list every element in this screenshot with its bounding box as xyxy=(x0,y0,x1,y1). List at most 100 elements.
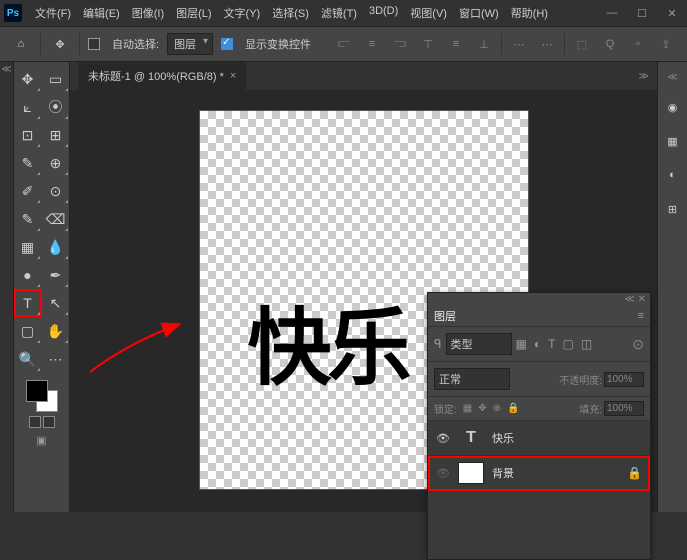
menu-layer[interactable]: 图层(L) xyxy=(171,2,216,24)
adjustments-panel-icon[interactable]: ◐ xyxy=(663,165,683,185)
workspace-icon[interactable]: ▫ xyxy=(627,33,649,55)
type-tool[interactable]: T xyxy=(15,290,41,316)
visibility-toggle-icon[interactable]: 👁 xyxy=(436,432,450,445)
close-tab-icon[interactable]: × xyxy=(230,70,236,82)
align-center-h-icon[interactable]: ≡ xyxy=(361,33,383,55)
share-icon[interactable]: ⇪ xyxy=(655,33,677,55)
home-icon[interactable]: ⌂ xyxy=(10,33,32,55)
gradient-tool[interactable]: ▦ xyxy=(15,234,41,260)
right-panel-strip: ≪ ◉ ▦ ◐ ⊞ xyxy=(657,62,687,512)
align-right-icon[interactable]: ⫎ xyxy=(389,33,411,55)
left-rail: ≪ xyxy=(0,62,14,512)
distribute-h-icon[interactable]: ⋯ xyxy=(508,33,530,55)
panel-menu-icon[interactable]: ≡ xyxy=(638,310,644,322)
filter-text-icon[interactable]: T xyxy=(548,337,555,351)
menu-text[interactable]: 文字(Y) xyxy=(219,2,266,24)
blur-tool[interactable]: 💧 xyxy=(43,234,69,260)
app-logo: Ps xyxy=(4,4,22,22)
filter-shape-icon[interactable]: ▢ xyxy=(562,337,573,351)
tools-panel: ✥ ▭ ⟀ ⦿ ⊡ ⊞ ✎ ⊕ ✐ ⊙ ✎ ⌫ ▦ 💧 ● ✒ T ↖ ▢ ✋ … xyxy=(14,62,70,512)
lock-icon[interactable]: 🔒 xyxy=(627,466,642,480)
menu-help[interactable]: 帮助(H) xyxy=(506,2,553,24)
collapse-rail-icon[interactable]: ≪ xyxy=(0,62,13,77)
menu-select[interactable]: 选择(S) xyxy=(267,2,314,24)
close-button[interactable]: ✕ xyxy=(661,4,683,22)
menu-3d[interactable]: 3D(D) xyxy=(364,2,403,24)
filter-adjust-icon[interactable]: ◐ xyxy=(534,337,541,351)
move-tool[interactable]: ✥ xyxy=(15,66,41,92)
lock-all-icon[interactable]: 🔒 xyxy=(507,403,519,414)
more-options-icon[interactable]: ⋯ xyxy=(536,33,558,55)
zoom-tool[interactable]: 🔍 xyxy=(15,346,41,372)
canvas-text-layer[interactable]: 快乐 xyxy=(248,281,408,402)
menu-view[interactable]: 视图(V) xyxy=(405,2,452,24)
align-left-icon[interactable]: ⫍ xyxy=(333,33,355,55)
hand-tool[interactable]: ✋ xyxy=(43,318,69,344)
filter-search-icon[interactable]: ᑫ xyxy=(434,337,442,351)
edit-toolbar[interactable]: ⋯ xyxy=(43,346,69,372)
screen-mode-icon[interactable]: ▣ xyxy=(14,434,69,447)
auto-select-checkbox[interactable] xyxy=(88,38,100,50)
blend-mode-select[interactable]: 正常 xyxy=(434,368,510,390)
swatches-panel-icon[interactable]: ▦ xyxy=(663,131,683,151)
healing-tool[interactable]: ⊕ xyxy=(43,150,69,176)
foreground-color[interactable] xyxy=(26,380,48,402)
visibility-toggle-icon[interactable]: 👁 xyxy=(436,467,450,480)
brush-tool[interactable]: ✐ xyxy=(15,178,41,204)
document-tab[interactable]: 未标题-1 @ 100%(RGB/8) * × xyxy=(78,62,246,90)
filter-smart-icon[interactable]: ◫ xyxy=(581,337,592,351)
layer-list-empty xyxy=(428,491,650,559)
menu-file[interactable]: 文件(F) xyxy=(30,2,76,24)
dodge-tool[interactable]: ● xyxy=(15,262,41,288)
quick-mask-toggle[interactable] xyxy=(14,416,69,428)
collapse-right-icon[interactable]: ≫ xyxy=(639,71,657,82)
move-tool-icon[interactable]: ✥ xyxy=(49,33,71,55)
align-bottom-icon[interactable]: ⊥ xyxy=(473,33,495,55)
crop-tool[interactable]: ⊡ xyxy=(15,122,41,148)
opacity-label: 不透明度: xyxy=(559,372,602,387)
opacity-input[interactable] xyxy=(604,372,644,387)
collapse-strip-icon[interactable]: ≪ xyxy=(667,72,677,83)
search-icon[interactable]: Q xyxy=(599,33,621,55)
clone-stamp-tool[interactable]: ⊙ xyxy=(43,178,69,204)
styles-panel-icon[interactable]: ⊞ xyxy=(663,199,683,219)
document-tab-title: 未标题-1 @ 100%(RGB/8) * xyxy=(88,68,224,84)
menu-filter[interactable]: 滤镜(T) xyxy=(316,2,362,24)
fill-input[interactable] xyxy=(604,401,644,416)
minimize-button[interactable]: — xyxy=(601,4,623,22)
history-brush-tool[interactable]: ✎ xyxy=(15,206,41,232)
lock-nested-icon[interactable]: ⊕ xyxy=(493,403,501,414)
marquee-tool[interactable]: ▭ xyxy=(43,66,69,92)
maximize-button[interactable]: ☐ xyxy=(631,4,653,22)
align-middle-icon[interactable]: ≡ xyxy=(445,33,467,55)
quick-select-tool[interactable]: ⦿ xyxy=(43,94,69,120)
frame-tool[interactable]: ⊞ xyxy=(43,122,69,148)
menu-window[interactable]: 窗口(W) xyxy=(454,2,504,24)
layer-name[interactable]: 背景 xyxy=(492,465,514,481)
lasso-tool[interactable]: ⟀ xyxy=(15,94,41,120)
show-transform-checkbox[interactable] xyxy=(221,38,233,50)
layer-name[interactable]: 快乐 xyxy=(492,430,514,446)
panel-collapse-icon[interactable]: ≪ ✕ xyxy=(428,293,650,306)
menu-edit[interactable]: 编辑(E) xyxy=(78,2,125,24)
eraser-tool[interactable]: ⌫ xyxy=(43,206,69,232)
color-panel-icon[interactable]: ◉ xyxy=(663,97,683,117)
layer-item-background[interactable]: 👁 背景 🔒 xyxy=(428,456,650,491)
lock-image-icon[interactable]: ▦ xyxy=(463,403,472,414)
align-top-icon[interactable]: ⊤ xyxy=(417,33,439,55)
lock-position-icon[interactable]: ✥ xyxy=(478,403,486,414)
filter-pixel-icon[interactable]: ▦ xyxy=(516,337,527,351)
menu-image[interactable]: 图像(I) xyxy=(127,2,169,24)
path-select-tool[interactable]: ↖ xyxy=(43,290,69,316)
color-swatches[interactable] xyxy=(26,380,58,412)
pen-tool[interactable]: ✒ xyxy=(43,262,69,288)
filter-toggle-icon[interactable]: ⊙ xyxy=(632,336,644,353)
titlebar: Ps 文件(F) 编辑(E) 图像(I) 图层(L) 文字(Y) 选择(S) 滤… xyxy=(0,0,687,26)
shape-tool[interactable]: ▢ xyxy=(15,318,41,344)
auto-select-target[interactable]: 图层 xyxy=(167,33,213,55)
eyedropper-tool[interactable]: ✎ xyxy=(15,150,41,176)
filter-type-select[interactable]: 类型 xyxy=(446,333,512,355)
layer-item-text[interactable]: 👁 T 快乐 xyxy=(428,421,650,456)
3d-mode-icon[interactable]: ⬚ xyxy=(571,33,593,55)
layer-thumbnail-text-icon: T xyxy=(458,427,484,449)
